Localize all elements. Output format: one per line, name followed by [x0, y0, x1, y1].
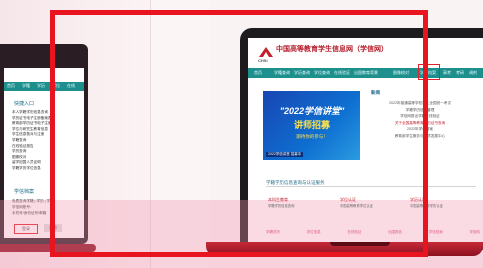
left-section-title: 快捷入口 — [14, 101, 35, 107]
footer-link[interactable]: 学信档案 — [429, 230, 443, 235]
footer-link[interactable]: 学信网 — [469, 230, 480, 235]
left-login-title: 学信档案 — [14, 189, 35, 195]
left-link[interactable]: 本人学籍学历信息查询 — [12, 110, 52, 116]
left-nav-item[interactable]: 学历 — [37, 83, 45, 89]
left-nav-item[interactable]: 学籍 — [22, 83, 30, 89]
red-highlight-frame — [50, 10, 428, 257]
nav-item[interactable]: 高考 — [443, 70, 451, 76]
left-link[interactable]: 学籍学历学位信息 — [12, 166, 52, 172]
nav-item[interactable]: 考研 — [456, 70, 464, 76]
left-links: 本人学籍学历信息查询 学历证书电子注册备案表 教育部学历证书电子注册 学位与研究… — [12, 110, 52, 172]
nav-item[interactable]: 调剂 — [469, 70, 477, 76]
left-nav-item[interactable]: 首页 — [7, 83, 15, 89]
left-link[interactable]: 教育部学历证书电子注册 — [12, 121, 52, 127]
